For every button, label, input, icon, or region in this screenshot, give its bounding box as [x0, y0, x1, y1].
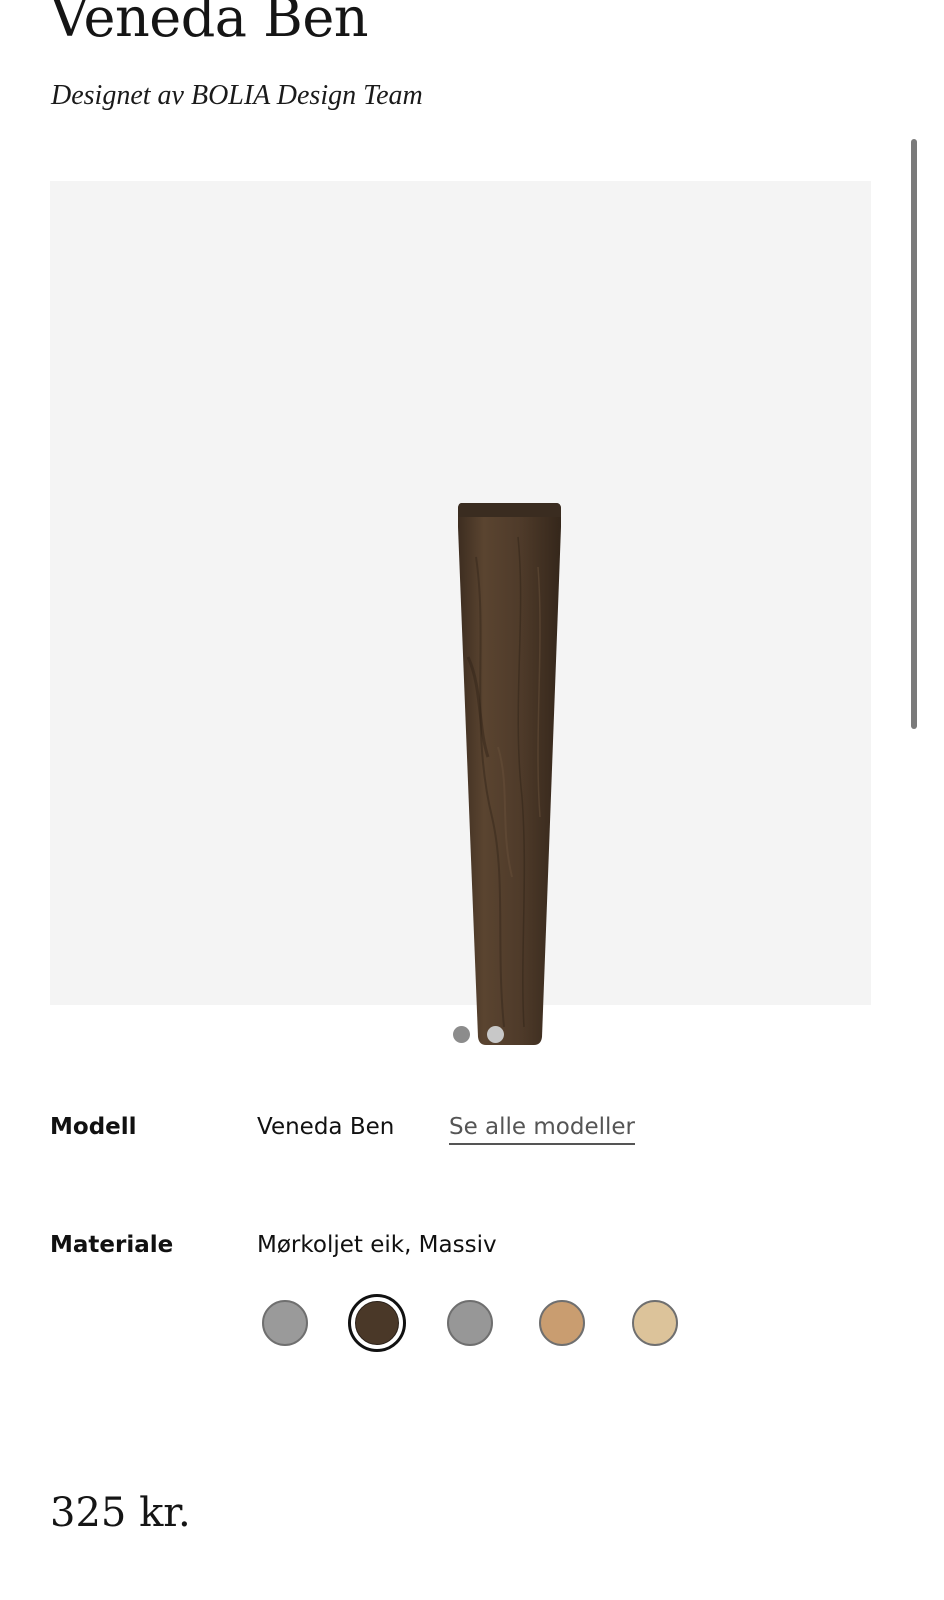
- page-scrollbar[interactable]: [911, 139, 917, 729]
- product-image-gallery[interactable]: [50, 181, 871, 1045]
- material-swatch-2[interactable]: [348, 1294, 406, 1352]
- gallery-dot-2[interactable]: [487, 1026, 504, 1043]
- selected-swatch-fill: [355, 1301, 399, 1345]
- model-value: Veneda Ben: [257, 1114, 395, 1140]
- material-swatch-3[interactable]: [447, 1300, 493, 1346]
- designer-credit: Designet av BOLIA Design Team: [51, 80, 423, 111]
- product-image: [458, 503, 561, 1045]
- gallery-dot-1[interactable]: [453, 1026, 470, 1043]
- model-label: Modell: [50, 1114, 137, 1140]
- product-title: Veneda Ben: [50, 0, 369, 49]
- material-label: Materiale: [50, 1232, 174, 1258]
- material-swatch-5[interactable]: [632, 1300, 678, 1346]
- material-value: Mørkoljet eik, Massiv: [257, 1232, 497, 1258]
- material-swatch-1[interactable]: [262, 1300, 308, 1346]
- product-price: 325 kr.: [50, 1490, 191, 1536]
- see-all-models-link[interactable]: Se alle modeller: [449, 1112, 636, 1145]
- material-swatch-4[interactable]: [539, 1300, 585, 1346]
- gallery-pagination: [453, 1026, 504, 1043]
